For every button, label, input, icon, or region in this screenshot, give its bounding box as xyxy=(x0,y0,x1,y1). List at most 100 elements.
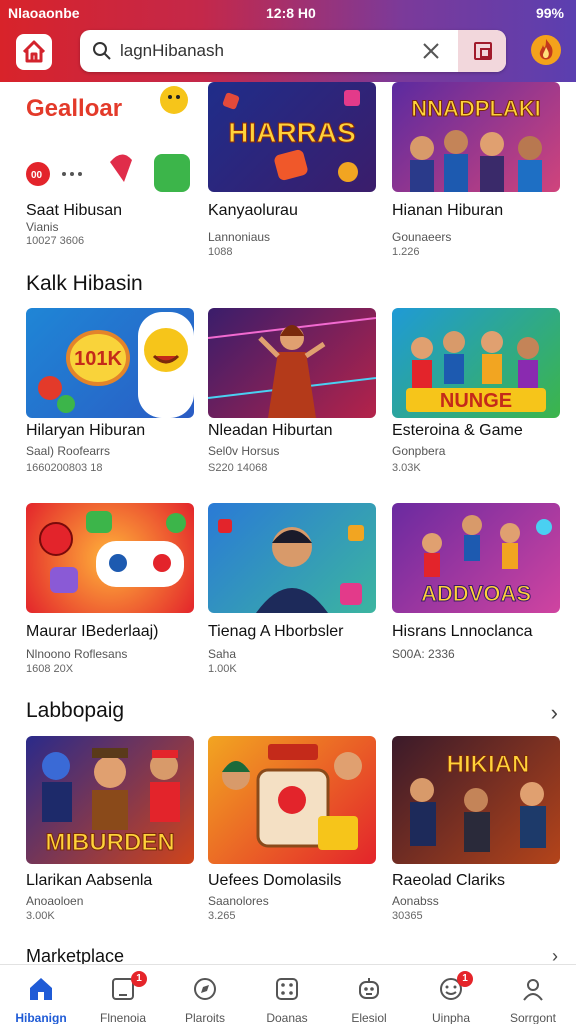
notification-badge: 1 xyxy=(131,971,147,987)
thumb-logo-text: MIBURDEN xyxy=(45,829,174,856)
chevron-right-icon[interactable]: › xyxy=(551,700,558,726)
section-title: Kalk Hibasin xyxy=(26,272,143,295)
nav-item-games[interactable]: Doanas xyxy=(247,971,327,1024)
app-meta: 1088 xyxy=(208,246,233,258)
app-thumbnail: HIKIAN xyxy=(392,736,560,864)
profile-logo-button[interactable] xyxy=(530,33,562,67)
app-thumbnail xyxy=(208,503,376,613)
home-icon xyxy=(30,978,52,1000)
gamepad-artwork xyxy=(39,511,186,593)
app-header: Nlaoaonbe 12:8 H0 99% lagnHibanash xyxy=(0,0,576,82)
app-title: Kanyaolurau xyxy=(208,202,298,219)
app-title: Hilaryan Hiburan xyxy=(26,422,146,439)
app-developer: Nlnoono Roflesans xyxy=(26,647,128,661)
thumb-logo-text: HIARRAS xyxy=(228,117,356,148)
app-thumbnail: NUNGE xyxy=(392,308,560,418)
app-meta: 3.00K xyxy=(26,910,55,922)
app-meta: 1608 20X xyxy=(26,663,74,675)
nav-label: Doanas xyxy=(266,1011,308,1024)
nav-item-apps[interactable]: 1 Flnenoia xyxy=(83,971,163,1024)
app-meta: 10027 3606 xyxy=(26,235,85,247)
scan-icon xyxy=(474,42,492,60)
app-meta: S220 14068 xyxy=(208,462,268,474)
nav-item-home[interactable]: Hibanign xyxy=(1,971,81,1024)
compass-icon xyxy=(194,978,216,1000)
app-meta: 1.00K xyxy=(208,663,237,675)
user-icon xyxy=(523,979,543,1001)
app-title: Hisrans Lnnoclanca xyxy=(392,623,533,640)
app-thumbnail: Gealloar 00 xyxy=(26,82,194,192)
app-developer: S00A: 2336 xyxy=(392,647,455,661)
app-developer: Anoaoloen xyxy=(26,894,84,908)
row-1: Gealloar 00 Saat Hibusan Vianis 10027 36… xyxy=(0,82,576,262)
app-title: Llarikan Aabsenla xyxy=(26,872,153,889)
status-time: 12:8 H0 xyxy=(266,5,316,21)
scan-button[interactable] xyxy=(458,30,506,72)
nav-label: Plaroits xyxy=(184,1011,225,1024)
nav-label: Elesiol xyxy=(351,1011,387,1024)
hero-artwork xyxy=(218,519,364,613)
app-developer: Sel0v Horsus xyxy=(208,444,280,458)
nav-item-profile[interactable]: Sorrgont xyxy=(493,971,573,1024)
nav-label: Hibanign xyxy=(15,1011,67,1024)
app-thumbnail xyxy=(208,736,376,864)
bottom-navigation: Hibanign 1 Flnenoia Plaroits Doanas Eles… xyxy=(0,964,576,1024)
app-thumbnail: MIBURDEN xyxy=(26,736,194,864)
app-title: Esteroina & Game xyxy=(392,422,523,439)
app-developer: Lannoniaus xyxy=(208,230,271,244)
app-developer: Saal) Roofearrs xyxy=(26,444,111,458)
app-thumbnail xyxy=(208,308,376,418)
search-input[interactable]: lagnHibanash xyxy=(120,41,224,61)
thumb-logo-text: ADDVOAS xyxy=(421,581,531,606)
app-thumbnail xyxy=(26,503,194,613)
row-4: MIBURDEN Llarikan Aabsenla Anoaoloen 3.0… xyxy=(0,736,576,926)
carrier-label: Nlaoaonbe xyxy=(8,5,80,21)
app-meta: 3.265 xyxy=(208,910,236,922)
nav-item-explore[interactable]: Plaroits xyxy=(165,971,245,1024)
app-thumbnail: HIARRAS xyxy=(208,82,376,192)
app-title: Maurar IBederlaaj) xyxy=(26,623,159,640)
search-icon xyxy=(93,42,111,60)
row-3: Maurar IBederlaaj) Nlnoono Roflesans 160… xyxy=(0,503,576,683)
thumb-logo-text: 101K xyxy=(74,348,122,370)
nav-label: Uinpha xyxy=(431,1011,471,1024)
notification-badge: 1 xyxy=(457,971,473,987)
app-developer: Gonpbera xyxy=(392,444,446,458)
nav-item-social[interactable]: Elesiol xyxy=(329,971,409,1024)
svg-text:00: 00 xyxy=(31,170,43,181)
nav-item-friends[interactable]: 1 Uinpha xyxy=(411,971,491,1024)
app-developer: Saanolores xyxy=(208,894,269,908)
row-2: 101K Hilaryan Hiburan Saal) Roofearrs 16… xyxy=(0,308,576,488)
app-meta: 3.03K xyxy=(392,462,421,474)
app-title: Hianan Hiburan xyxy=(392,202,504,219)
clear-search-icon[interactable] xyxy=(420,40,442,62)
app-developer: Saha xyxy=(208,647,237,661)
nav-label: Sorrgont xyxy=(509,1011,557,1024)
robot-icon xyxy=(359,978,379,999)
home-icon xyxy=(16,34,52,70)
app-meta: 30365 xyxy=(392,910,423,922)
app-thumbnail: NNADPLAKI xyxy=(392,82,560,192)
app-developer: Gounaeers xyxy=(392,230,452,244)
app-title: Raeolad Clariks xyxy=(392,872,505,889)
thumb-logo-text: NNADPLAKI xyxy=(411,96,541,121)
app-thumbnail: 101K xyxy=(26,308,194,418)
dice-icon xyxy=(276,978,298,1000)
app-title: Uefees Domolasils xyxy=(208,872,342,889)
app-thumbnail: ADDVOAS xyxy=(392,503,560,613)
app-developer: Vianis xyxy=(26,220,59,234)
section-title: Labbopaig xyxy=(26,699,125,722)
nav-label: Flnenoia xyxy=(99,1011,147,1024)
home-button[interactable] xyxy=(14,32,54,72)
thumb-logo-text: HIKIAN xyxy=(447,751,530,778)
status-bar: Nlaoaonbe 12:8 H0 99% xyxy=(0,0,576,26)
flame-logo-icon xyxy=(531,35,561,65)
thumb-logo-text: Gealloar xyxy=(26,95,122,122)
app-title: Nleadan Hiburtan xyxy=(208,422,333,439)
app-title: Tienag A Hborbsler xyxy=(208,623,344,640)
app-developer: Aonabss xyxy=(392,894,439,908)
app-meta: 1660200803 18 xyxy=(26,462,103,474)
battery-label: 99% xyxy=(535,5,564,21)
search-bar[interactable]: lagnHibanash xyxy=(80,30,506,72)
arcade-artwork xyxy=(222,744,362,850)
